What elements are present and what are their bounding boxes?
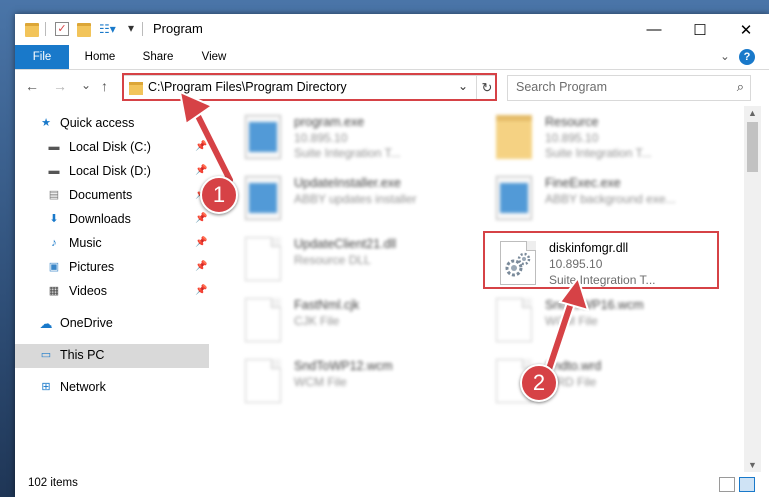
callout-arrows [178,90,590,377]
callout-badge-1: 1 [200,176,238,214]
callout-badge-2: 2 [520,364,558,402]
callout-arrow-1 [178,90,235,185]
callout-arrow-2 [543,275,590,377]
